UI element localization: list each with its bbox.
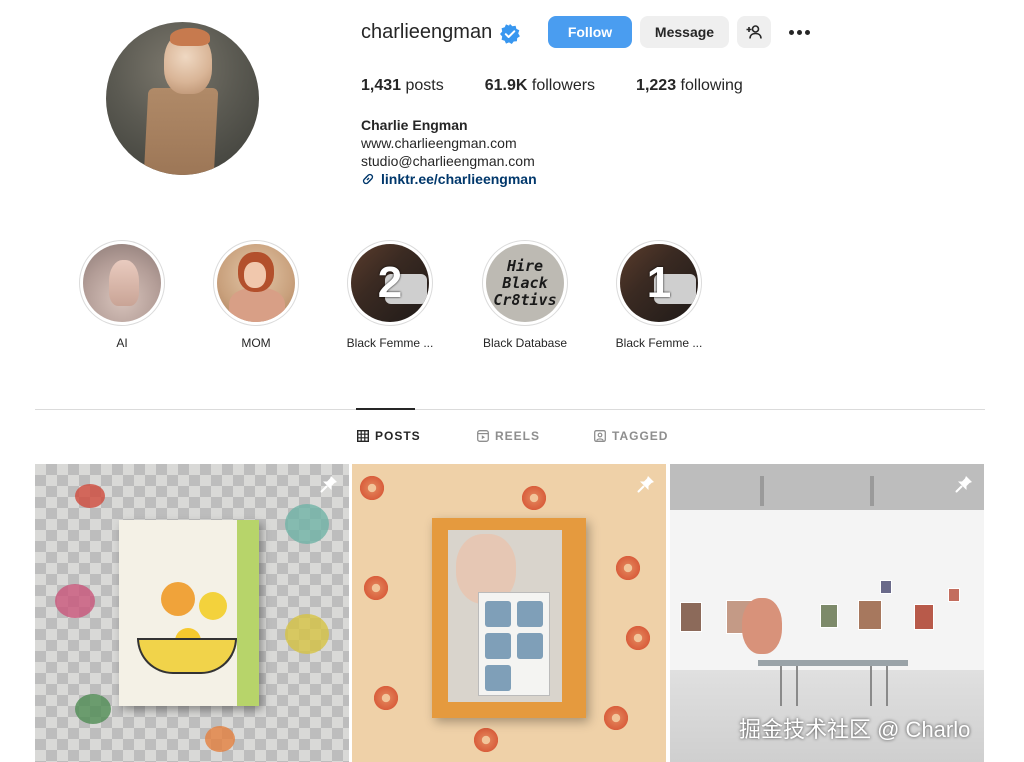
bio-link[interactable]: linktr.ee/charlieengman xyxy=(361,171,537,187)
add-user-button[interactable] xyxy=(737,16,771,48)
profile-avatar[interactable] xyxy=(106,22,259,175)
profile-full-name: Charlie Engman xyxy=(361,117,468,133)
bio-link-text[interactable]: linktr.ee/charlieengman xyxy=(381,171,537,187)
profile-username: charlieengman xyxy=(361,21,493,43)
cover-text-line: Black xyxy=(502,273,548,292)
highlight-cover: 2 xyxy=(351,244,429,322)
tagged-icon xyxy=(594,430,606,442)
followers-count: 61.9K xyxy=(484,77,528,94)
post-decoration xyxy=(780,666,782,706)
highlight-ai[interactable]: AI xyxy=(67,240,177,350)
reels-icon xyxy=(477,430,489,442)
tab-label: TAGGED xyxy=(612,429,669,443)
more-options-icon[interactable] xyxy=(789,22,813,42)
add-user-icon xyxy=(746,25,762,39)
highlight-label: AI xyxy=(116,336,128,350)
profile-stats: 1,431 posts 61.9K followers 1,223 follow… xyxy=(361,77,784,95)
post-decoration xyxy=(602,704,630,732)
post-decoration xyxy=(472,726,500,754)
active-tab-indicator xyxy=(356,408,415,410)
highlight-mom[interactable]: MOM xyxy=(201,240,311,350)
following-count: 1,223 xyxy=(636,77,677,94)
tab-label: REELS xyxy=(495,429,541,443)
grid-icon xyxy=(357,430,369,442)
post-decoration xyxy=(75,694,111,724)
tab-label: POSTS xyxy=(375,429,421,443)
avatar-hair-shape xyxy=(170,28,210,46)
avatar-bag-shape xyxy=(143,88,219,175)
post-decoration xyxy=(820,604,838,628)
post-decoration xyxy=(680,602,702,632)
gallery-ceiling xyxy=(670,464,984,510)
link-icon xyxy=(362,173,374,185)
followers-stat[interactable]: 61.9K followers xyxy=(485,77,595,95)
post-decoration xyxy=(358,474,386,502)
post-thumbnail[interactable] xyxy=(35,464,349,762)
post-decoration xyxy=(75,484,105,508)
highlight-cover xyxy=(83,244,161,322)
follow-button[interactable]: Follow xyxy=(548,16,632,48)
post-decoration xyxy=(870,476,874,506)
post-decoration xyxy=(858,600,882,630)
post-decoration xyxy=(614,554,642,582)
pinned-icon xyxy=(955,476,972,493)
cover-text-line: Hire xyxy=(506,256,544,275)
pinned-icon xyxy=(637,476,654,493)
post-decoration xyxy=(796,666,798,706)
post-decoration xyxy=(880,580,892,594)
gallery-wall xyxy=(670,510,984,670)
highlight-black-femme-1[interactable]: 1 Black Femme ... xyxy=(604,240,714,350)
post-frame xyxy=(432,518,586,718)
highlight-cover: 1 xyxy=(620,244,698,322)
highlight-label: MOM xyxy=(241,336,271,350)
posts-label: posts xyxy=(405,77,444,94)
tab-tagged[interactable]: TAGGED xyxy=(594,429,668,443)
post-decoration xyxy=(870,666,872,706)
post-thumbnail[interactable] xyxy=(352,464,666,762)
message-button[interactable]: Message xyxy=(640,16,729,48)
following-label: following xyxy=(680,77,743,94)
following-stat[interactable]: 1,223 following xyxy=(636,77,743,95)
post-decoration xyxy=(372,684,400,712)
post-decoration xyxy=(760,476,764,506)
highlight-badge-number: 1 xyxy=(646,258,672,307)
highlight-black-femme-2[interactable]: 2 Black Femme ... xyxy=(335,240,445,350)
highlight-label: Black Database xyxy=(482,336,568,350)
post-decoration xyxy=(55,584,95,618)
highlight-ring: Hire Black Cr8tivs xyxy=(482,240,568,326)
post-decoration xyxy=(520,484,548,512)
highlight-badge-number: 2 xyxy=(377,258,403,307)
highlight-cover: Hire Black Cr8tivs xyxy=(486,244,564,322)
followers-label: followers xyxy=(531,77,596,94)
bio-website: www.charlieengman.com xyxy=(361,135,517,151)
highlight-label: Black Femme ... xyxy=(346,336,434,350)
posts-stat[interactable]: 1,431 posts xyxy=(361,77,444,95)
posts-count: 1,431 xyxy=(361,77,402,94)
highlight-ring xyxy=(79,240,165,326)
post-decoration xyxy=(285,614,329,654)
tabs-divider xyxy=(35,409,985,410)
highlight-label: Black Femme ... xyxy=(615,336,703,350)
gallery-head-print xyxy=(742,598,782,654)
post-decoration xyxy=(285,504,329,544)
pinned-icon xyxy=(320,476,337,493)
highlight-ring: 2 xyxy=(347,240,433,326)
verified-badge-icon xyxy=(500,24,520,44)
highlight-black-database[interactable]: Hire Black Cr8tivs Black Database xyxy=(470,240,580,350)
post-decoration xyxy=(948,588,960,602)
post-decoration xyxy=(205,726,235,752)
post-decoration xyxy=(886,666,888,706)
tab-reels[interactable]: REELS xyxy=(477,429,540,443)
highlight-ring: 1 xyxy=(616,240,702,326)
post-book xyxy=(119,520,259,706)
watermark-text: 掘金技术社区 @ Charlo xyxy=(739,717,971,742)
post-decoration xyxy=(914,604,934,630)
highlight-ring xyxy=(213,240,299,326)
cover-text-line: Cr8tivs xyxy=(493,290,557,309)
post-decoration xyxy=(362,574,390,602)
bio-email: studio@charlieengman.com xyxy=(361,153,535,169)
highlight-cover xyxy=(217,244,295,322)
post-decoration xyxy=(624,624,652,652)
tab-posts[interactable]: POSTS xyxy=(357,429,421,443)
